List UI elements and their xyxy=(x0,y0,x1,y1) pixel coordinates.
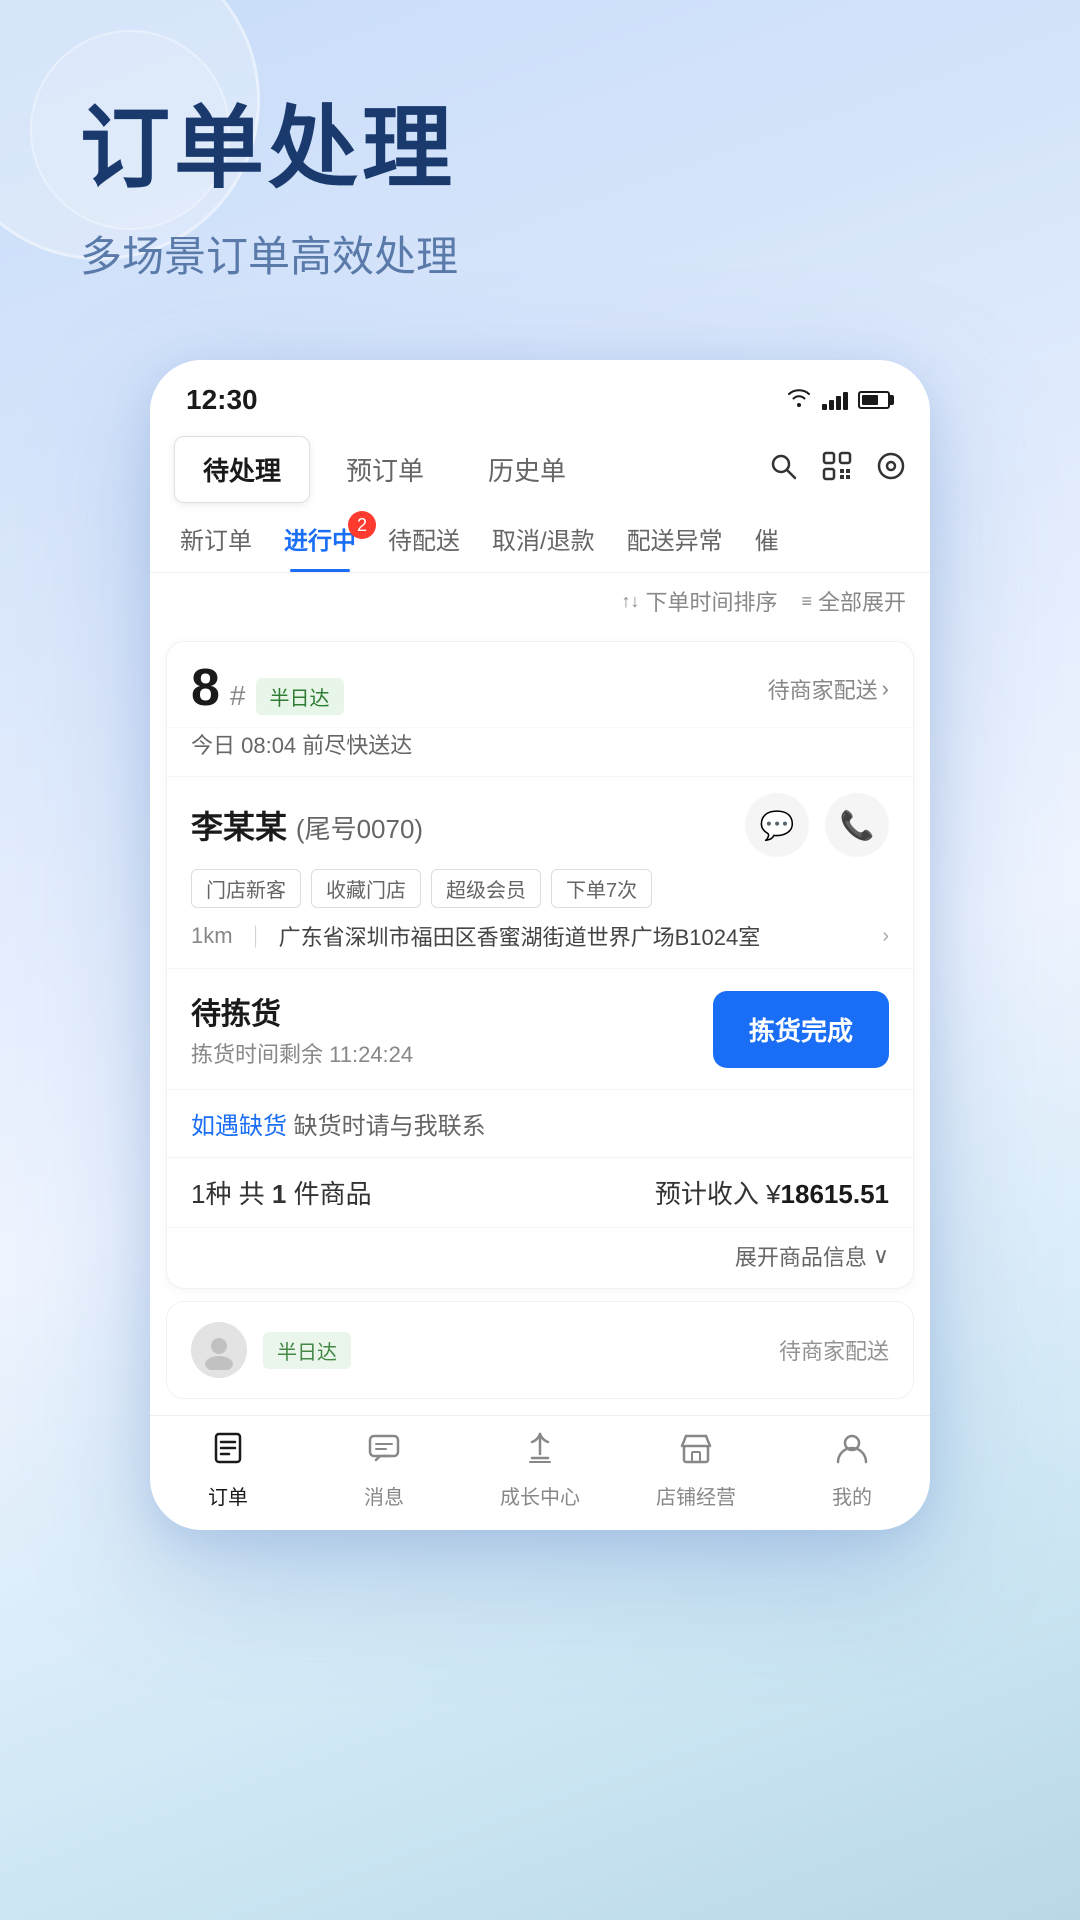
tag-new-customer: 门店新客 xyxy=(191,869,301,908)
nav-label-profile: 我的 xyxy=(832,1481,872,1510)
expand-all[interactable]: ≡ 全部展开 xyxy=(801,585,906,617)
nav-item-store[interactable]: 店铺经营 xyxy=(618,1430,774,1510)
order-number: 8 xyxy=(191,662,220,714)
customer-actions: 💬 📞 xyxy=(745,793,889,857)
sort-by-time[interactable]: ↑↓ 下单时间排序 xyxy=(621,585,777,617)
status-bar: 12:30 xyxy=(150,360,930,428)
expand-icon: ≡ xyxy=(801,591,812,612)
status-time: 12:30 xyxy=(186,384,258,416)
picking-section: 待拣货 拣货时间剩余 11:24:24 拣货完成 xyxy=(167,968,913,1089)
picking-complete-button[interactable]: 拣货完成 xyxy=(713,991,889,1068)
second-card-status: 待商家配送 xyxy=(779,1334,889,1366)
signal-icon xyxy=(822,390,848,410)
message-icon: 💬 xyxy=(760,809,795,842)
toolbar-icons xyxy=(768,451,906,489)
customer-name: 李某某 (尾号0070) xyxy=(191,802,423,848)
expand-product-info[interactable]: 展开商品信息 ∨ xyxy=(735,1240,889,1272)
nav-label-growth: 成长中心 xyxy=(500,1481,580,1510)
nav-label-message: 消息 xyxy=(364,1481,404,1510)
page-title: 订单处理 xyxy=(80,100,1000,199)
message-button[interactable]: 💬 xyxy=(745,793,809,857)
tag-favorite-store: 收藏门店 xyxy=(311,869,421,908)
nav-item-order[interactable]: 订单 xyxy=(150,1430,306,1510)
subtab-pending-delivery[interactable]: 待配送 xyxy=(374,503,474,572)
picking-title: 待拣货 xyxy=(191,989,413,1033)
subtab-urge[interactable]: 催 xyxy=(741,503,793,572)
tag-order-count: 下单7次 xyxy=(551,869,652,908)
customer-id: (尾号0070) xyxy=(296,814,423,844)
message-nav-icon xyxy=(366,1430,402,1475)
order-amount: 预计收入 ¥18615.51 xyxy=(655,1174,889,1211)
battery-icon xyxy=(858,391,894,409)
second-card-badge: 半日达 xyxy=(263,1332,351,1369)
delivery-status[interactable]: 待商家配送 › xyxy=(768,673,889,705)
subtab-delivery-exception[interactable]: 配送异常 xyxy=(613,503,737,572)
top-tabs: 待处理 预订单 历史单 xyxy=(150,428,930,503)
tab-reservation[interactable]: 预订单 xyxy=(318,437,452,502)
profile-nav-icon xyxy=(834,1430,870,1475)
order-hash: # xyxy=(230,680,246,712)
nav-label-store: 店铺经营 xyxy=(656,1481,736,1510)
wifi-icon xyxy=(786,387,812,413)
scan-icon[interactable] xyxy=(822,451,852,489)
tab-history[interactable]: 历史单 xyxy=(460,437,594,502)
subtab-cancel-refund[interactable]: 取消/退款 xyxy=(478,503,609,572)
store-nav-icon xyxy=(678,1430,714,1475)
item-count: 1种 共 1 件商品 xyxy=(191,1174,372,1211)
sort-icon: ↑↓ xyxy=(621,591,639,612)
settings-icon[interactable] xyxy=(876,451,906,489)
status-icons xyxy=(786,387,894,413)
chevron-down-icon: ∨ xyxy=(873,1243,889,1269)
sub-tabs: 新订单 进行中 2 待配送 取消/退款 配送异常 催 xyxy=(150,503,930,573)
distance: 1km xyxy=(191,923,233,949)
nav-item-profile[interactable]: 我的 xyxy=(774,1430,930,1510)
order-nav-icon xyxy=(210,1430,246,1475)
delivery-type-badge: 半日达 xyxy=(256,678,344,715)
shortage-notice: 如遇缺货 缺货时请与我联系 xyxy=(167,1089,913,1157)
phone-mockup: 12:30 xyxy=(150,360,930,1530)
expand-section: 展开商品信息 ∨ xyxy=(167,1227,913,1288)
order-number-section: 8 # 半日达 xyxy=(191,662,344,715)
customer-address[interactable]: 1km ｜ 广东省深圳市福田区香蜜湖街道世界广场B1024室 › xyxy=(191,920,889,952)
customer-section: 李某某 (尾号0070) 💬 📞 门店新客 收藏门店 超级会员 下单7次 xyxy=(167,776,913,968)
customer-tags: 门店新客 收藏门店 超级会员 下单7次 xyxy=(191,869,889,908)
search-icon[interactable] xyxy=(768,451,798,489)
address-arrow-icon: › xyxy=(882,925,889,948)
nav-label-order: 订单 xyxy=(208,1481,248,1510)
picking-timer: 拣货时间剩余 11:24:24 xyxy=(191,1037,413,1069)
chevron-right-icon: › xyxy=(882,676,889,702)
delivery-time: 今日 08:04 前尽快送达 xyxy=(167,728,913,776)
subtab-new-order[interactable]: 新订单 xyxy=(166,503,266,572)
order-card: 8 # 半日达 待商家配送 › 今日 08:04 前尽快送达 李某某 (尾号00… xyxy=(166,641,914,1289)
phone-icon: 📞 xyxy=(840,809,875,842)
shortage-link[interactable]: 如遇缺货 xyxy=(191,1113,287,1140)
preview-avatar xyxy=(191,1322,247,1378)
in-progress-badge: 2 xyxy=(348,511,376,539)
card-header: 8 # 半日达 待商家配送 › xyxy=(167,642,913,728)
nav-item-message[interactable]: 消息 xyxy=(306,1430,462,1510)
call-button[interactable]: 📞 xyxy=(825,793,889,857)
order-summary: 1种 共 1 件商品 预计收入 ¥18615.51 xyxy=(167,1157,913,1227)
nav-item-growth[interactable]: 成长中心 xyxy=(462,1430,618,1510)
tag-super-member: 超级会员 xyxy=(431,869,541,908)
bottom-nav: 订单 消息 xyxy=(150,1415,930,1530)
address-text: 广东省深圳市福田区香蜜湖街道世界广场B1024室 xyxy=(279,920,871,952)
page-subtitle: 多场景订单高效处理 xyxy=(80,223,1000,284)
growth-nav-icon xyxy=(522,1430,558,1475)
second-card-preview: 半日达 待商家配送 xyxy=(166,1301,914,1399)
sort-bar: ↑↓ 下单时间排序 ≡ 全部展开 xyxy=(150,573,930,629)
tab-pending[interactable]: 待处理 xyxy=(174,436,310,503)
